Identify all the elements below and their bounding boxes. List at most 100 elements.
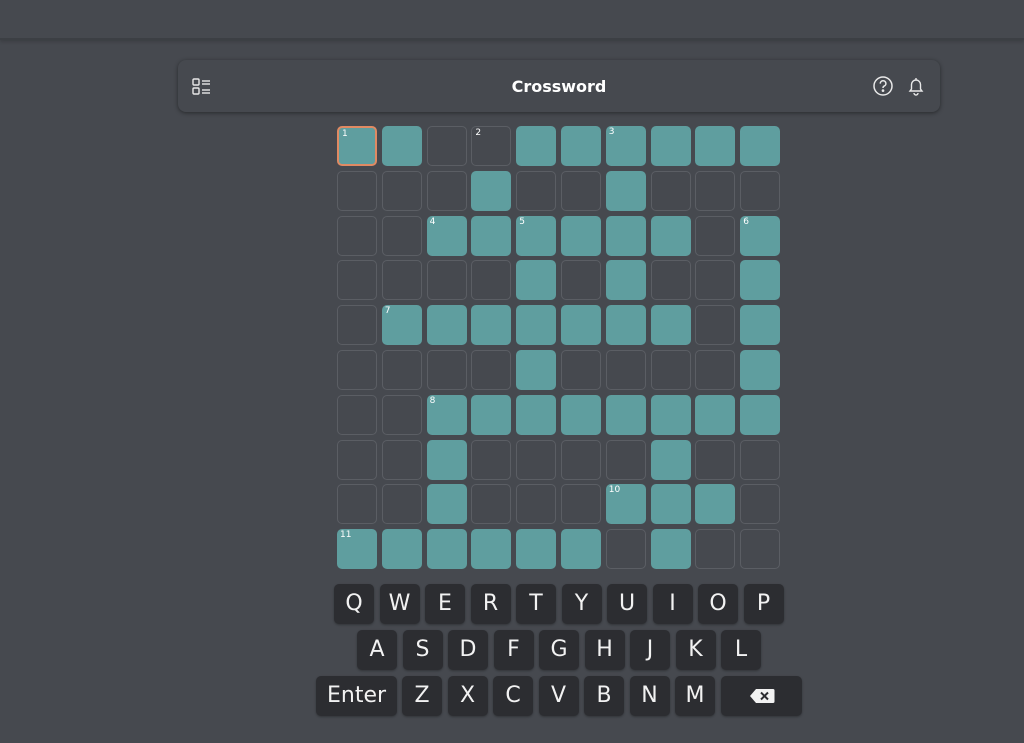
crossword-cell[interactable]	[740, 305, 781, 346]
crossword-cell[interactable]	[695, 126, 736, 166]
key-o[interactable]: O	[698, 584, 738, 624]
key-b[interactable]: B	[584, 676, 624, 716]
crossword-cell[interactable]	[740, 260, 781, 301]
key-j[interactable]: J	[630, 630, 670, 670]
crossword-cell[interactable]	[650, 529, 691, 570]
blocked-cell	[516, 439, 557, 480]
crossword-cell[interactable]	[426, 439, 467, 480]
key-g[interactable]: G	[539, 630, 579, 670]
blocked-cell	[381, 350, 422, 390]
crossword-cell[interactable]	[740, 350, 781, 390]
crossword-cell[interactable]	[471, 394, 512, 435]
blocked-cell	[695, 170, 736, 211]
enter-key[interactable]: Enter	[316, 676, 397, 716]
crossword-cell[interactable]: 7	[381, 305, 422, 346]
crossword-cell[interactable]	[426, 484, 467, 525]
key-k[interactable]: K	[675, 630, 716, 670]
key-v[interactable]: V	[538, 676, 579, 716]
key-d[interactable]: D	[448, 630, 488, 670]
crossword-cell[interactable]	[740, 394, 781, 435]
backspace-key[interactable]	[721, 676, 802, 716]
crossword-cell[interactable]: 10	[605, 484, 646, 525]
key-l[interactable]: L	[721, 630, 761, 670]
crossword-cell[interactable]	[426, 305, 467, 346]
crossword-header: Crossword	[178, 60, 940, 112]
blocked-cell	[695, 529, 736, 570]
key-w[interactable]: W	[379, 584, 420, 624]
backspace-icon	[749, 689, 774, 703]
bell-icon[interactable]	[905, 75, 927, 97]
blocked-cell	[381, 170, 422, 211]
crossword-cell[interactable]	[516, 529, 557, 570]
crossword-cell[interactable]	[516, 260, 557, 301]
key-a[interactable]: A	[357, 630, 397, 670]
key-q[interactable]: Q	[334, 584, 374, 624]
crossword-cell[interactable]	[561, 215, 601, 256]
key-n[interactable]: N	[629, 676, 670, 716]
blocked-cell	[605, 439, 646, 480]
key-u[interactable]: U	[607, 584, 647, 624]
key-f[interactable]: F	[493, 630, 534, 670]
crossword-cell[interactable]	[695, 394, 736, 435]
clue-number: 4	[429, 216, 436, 227]
crossword-cell[interactable]	[740, 126, 781, 166]
crossword-cell[interactable]	[561, 529, 601, 570]
clue-number: 2	[475, 128, 482, 138]
crossword-cell[interactable]	[516, 126, 557, 166]
crossword-cell[interactable]	[650, 394, 691, 435]
crossword-cell[interactable]	[426, 529, 467, 570]
crossword-cell[interactable]: 11	[337, 529, 377, 570]
key-c[interactable]: C	[493, 676, 533, 716]
crossword-cell[interactable]	[605, 305, 646, 346]
key-e[interactable]: E	[425, 584, 465, 624]
crossword-cell[interactable]	[471, 305, 512, 346]
key-x[interactable]: X	[447, 676, 488, 716]
crossword-cell[interactable]: 3	[605, 126, 646, 166]
key-r[interactable]: R	[470, 584, 511, 624]
crossword-cell[interactable]	[516, 394, 557, 435]
selected-crossword-cell[interactable]: 1	[337, 126, 377, 166]
crossword-cell[interactable]	[650, 126, 691, 166]
blocked-cell	[740, 439, 781, 480]
blocked-cell	[337, 484, 377, 525]
crossword-cell[interactable]	[650, 305, 691, 346]
crossword-cell[interactable]: 6	[740, 215, 781, 256]
help-circle-icon[interactable]	[872, 75, 894, 97]
crossword-cell[interactable]	[561, 126, 601, 166]
key-y[interactable]: Y	[561, 584, 602, 624]
crossword-cell[interactable]	[561, 305, 601, 346]
crossword-cell[interactable]	[650, 439, 691, 480]
crossword-cell[interactable]	[516, 305, 557, 346]
crossword-cell[interactable]	[605, 394, 646, 435]
key-m[interactable]: M	[675, 676, 715, 716]
key-i[interactable]: I	[652, 584, 693, 624]
crossword-cell[interactable]	[561, 394, 601, 435]
crossword-cell[interactable]	[381, 529, 422, 570]
crossword-cell[interactable]	[650, 484, 691, 525]
page-title: Crossword	[511, 77, 607, 96]
crossword-cell[interactable]	[650, 215, 691, 256]
crossword-cell[interactable]: 4	[426, 215, 467, 256]
crossword-cell[interactable]	[695, 484, 736, 525]
key-h[interactable]: H	[584, 630, 625, 670]
blocked-cell	[426, 260, 467, 301]
crossword-cell[interactable]	[471, 529, 512, 570]
key-s[interactable]: S	[402, 630, 443, 670]
crossword-cell[interactable]	[471, 170, 512, 211]
key-z[interactable]: Z	[402, 676, 442, 716]
blocked-cell	[650, 170, 691, 211]
crossword-cell[interactable]	[516, 350, 557, 390]
crossword-cell[interactable]	[605, 260, 646, 301]
blocked-cell	[337, 394, 377, 435]
blocked-cell	[337, 260, 377, 301]
crossword-cell[interactable]	[605, 215, 646, 256]
crossword-cell[interactable]	[605, 170, 646, 211]
crossword-cell[interactable]	[471, 215, 512, 256]
blocked-cell	[471, 350, 512, 390]
key-p[interactable]: P	[743, 584, 784, 624]
crossword-cell[interactable]: 5	[516, 215, 557, 256]
crossword-cell[interactable]: 8	[426, 394, 467, 435]
blocked-cell	[337, 215, 377, 256]
key-t[interactable]: T	[516, 584, 556, 624]
crossword-cell[interactable]	[381, 126, 422, 166]
